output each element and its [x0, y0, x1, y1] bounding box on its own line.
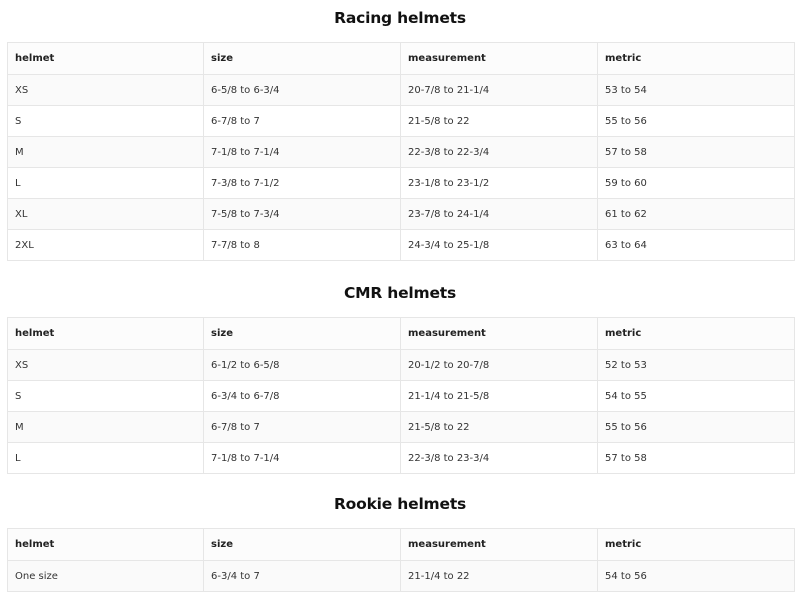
cell-helmet: L [7, 442, 204, 474]
cell-helmet: S [7, 105, 204, 137]
column-header-metric: metric [597, 528, 795, 561]
table-row: M 6-7/8 to 7 21-5/8 to 22 55 to 56 [7, 411, 795, 443]
column-header-size: size [203, 528, 401, 561]
cell-measurement: 21-1/4 to 21-5/8 [400, 380, 598, 412]
cell-measurement: 21-5/8 to 22 [400, 105, 598, 137]
column-header-measurement: measurement [400, 42, 598, 75]
cell-helmet: XS [7, 74, 204, 106]
cell-measurement: 23-7/8 to 24-1/4 [400, 198, 598, 230]
cell-size: 7-3/8 to 7-1/2 [203, 167, 401, 199]
cell-metric: 52 to 53 [597, 349, 795, 381]
table-row: S 6-7/8 to 7 21-5/8 to 22 55 to 56 [7, 105, 795, 137]
cell-measurement: 21-1/4 to 22 [400, 560, 598, 592]
size-table-rookie-helmets: helmet size measurement metric One size … [7, 528, 795, 592]
column-header-size: size [203, 317, 401, 350]
cell-helmet: 2XL [7, 229, 204, 261]
cell-size: 6-7/8 to 7 [203, 411, 401, 443]
table-row: One size 6-3/4 to 7 21-1/4 to 22 54 to 5… [7, 560, 795, 592]
cell-helmet: L [7, 167, 204, 199]
cell-metric: 57 to 58 [597, 442, 795, 474]
table-header-row: helmet size measurement metric [7, 528, 795, 561]
cell-metric: 63 to 64 [597, 229, 795, 261]
cell-helmet: XS [7, 349, 204, 381]
column-header-helmet: helmet [7, 42, 204, 75]
cell-size: 6-7/8 to 7 [203, 105, 401, 137]
size-table-racing-helmets: helmet size measurement metric XS 6-5/8 … [7, 42, 795, 261]
section-title-racing-helmets: Racing helmets [334, 9, 466, 27]
size-table-cmr-helmets: helmet size measurement metric XS 6-1/2 … [7, 317, 795, 474]
table-row: M 7-1/8 to 7-1/4 22-3/8 to 22-3/4 57 to … [7, 136, 795, 168]
cell-size: 6-3/4 to 7 [203, 560, 401, 592]
cell-helmet: M [7, 411, 204, 443]
cell-metric: 54 to 56 [597, 560, 795, 592]
cell-metric: 61 to 62 [597, 198, 795, 230]
cell-measurement: 20-1/2 to 20-7/8 [400, 349, 598, 381]
column-header-measurement: measurement [400, 528, 598, 561]
cell-size: 7-1/8 to 7-1/4 [203, 136, 401, 168]
section-title-rookie-helmets: Rookie helmets [333, 495, 467, 513]
column-header-metric: metric [597, 317, 795, 350]
cell-metric: 55 to 56 [597, 105, 795, 137]
cell-size: 7-7/8 to 8 [203, 229, 401, 261]
column-header-helmet: helmet [7, 317, 204, 350]
cell-size: 7-1/8 to 7-1/4 [203, 442, 401, 474]
cell-size: 6-3/4 to 6-7/8 [203, 380, 401, 412]
column-header-helmet: helmet [7, 528, 204, 561]
cell-helmet: XL [7, 198, 204, 230]
table-row: XS 6-1/2 to 6-5/8 20-1/2 to 20-7/8 52 to… [7, 349, 795, 381]
table-row: 2XL 7-7/8 to 8 24-3/4 to 25-1/8 63 to 64 [7, 229, 795, 261]
cell-size: 7-5/8 to 7-3/4 [203, 198, 401, 230]
column-header-metric: metric [597, 42, 795, 75]
table-header-row: helmet size measurement metric [7, 42, 795, 75]
cell-metric: 53 to 54 [597, 74, 795, 106]
cell-metric: 57 to 58 [597, 136, 795, 168]
cell-size: 6-5/8 to 6-3/4 [203, 74, 401, 106]
column-header-size: size [203, 42, 401, 75]
cell-helmet: One size [7, 560, 204, 592]
section-title-cmr-helmets: CMR helmets [343, 284, 457, 302]
table-row: XS 6-5/8 to 6-3/4 20-7/8 to 21-1/4 53 to… [7, 74, 795, 106]
cell-measurement: 22-3/8 to 22-3/4 [400, 136, 598, 168]
cell-metric: 55 to 56 [597, 411, 795, 443]
cell-size: 6-1/2 to 6-5/8 [203, 349, 401, 381]
column-header-measurement: measurement [400, 317, 598, 350]
cell-metric: 59 to 60 [597, 167, 795, 199]
cell-measurement: 24-3/4 to 25-1/8 [400, 229, 598, 261]
cell-helmet: M [7, 136, 204, 168]
cell-metric: 54 to 55 [597, 380, 795, 412]
table-row: L 7-3/8 to 7-1/2 23-1/8 to 23-1/2 59 to … [7, 167, 795, 199]
table-row: S 6-3/4 to 6-7/8 21-1/4 to 21-5/8 54 to … [7, 380, 795, 412]
cell-measurement: 21-5/8 to 22 [400, 411, 598, 443]
cell-helmet: S [7, 380, 204, 412]
table-row: L 7-1/8 to 7-1/4 22-3/8 to 23-3/4 57 to … [7, 442, 795, 474]
table-header-row: helmet size measurement metric [7, 317, 795, 350]
cell-measurement: 22-3/8 to 23-3/4 [400, 442, 598, 474]
cell-measurement: 20-7/8 to 21-1/4 [400, 74, 598, 106]
cell-measurement: 23-1/8 to 23-1/2 [400, 167, 598, 199]
table-row: XL 7-5/8 to 7-3/4 23-7/8 to 24-1/4 61 to… [7, 198, 795, 230]
